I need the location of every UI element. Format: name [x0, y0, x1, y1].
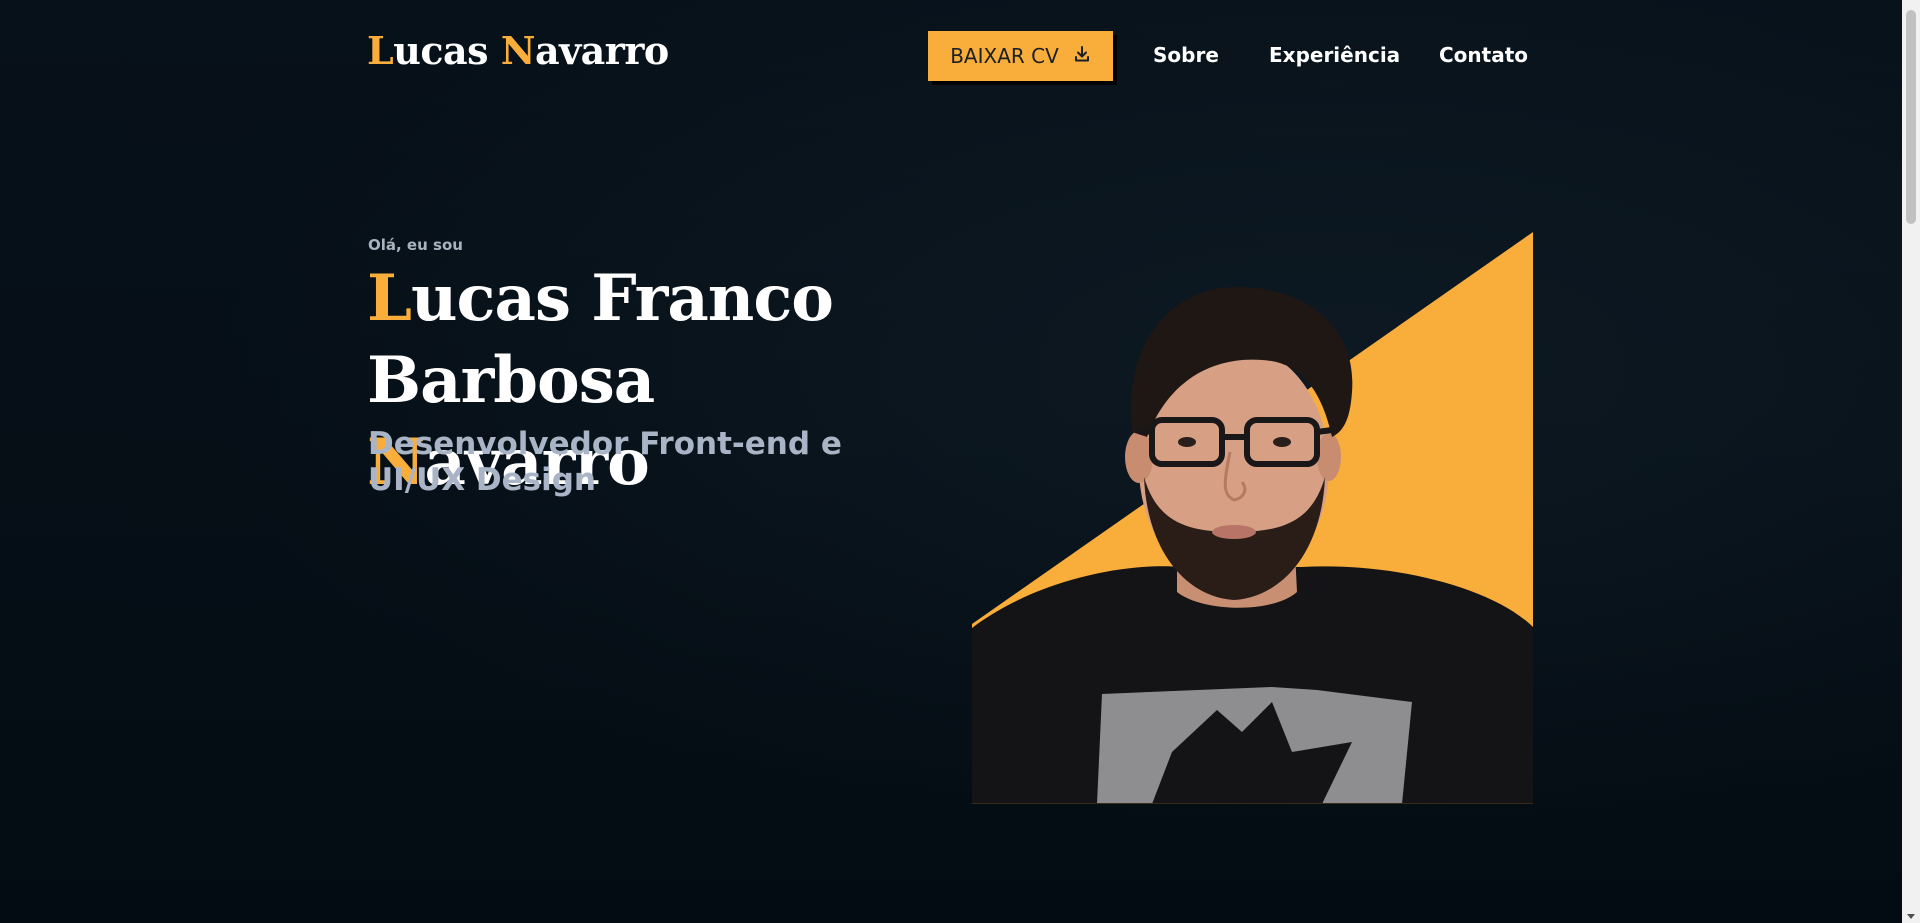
logo-initial-first: L: [367, 28, 394, 73]
nav-link-experiencia[interactable]: Experiência: [1269, 43, 1400, 67]
download-icon: [1073, 44, 1091, 68]
logo-first-rest: ucas: [393, 28, 501, 73]
nav-link-contato[interactable]: Contato: [1439, 43, 1528, 67]
hero-initial-first: L: [367, 261, 412, 336]
download-cv-button[interactable]: BAIXAR CV: [928, 31, 1113, 81]
scrollbar-thumb[interactable]: [1906, 10, 1916, 224]
logo-last-rest: avarro: [534, 28, 669, 73]
hero-name-line-1: Lucas Franco: [367, 258, 927, 340]
hero-greeting: Olá, eu sou: [368, 236, 463, 254]
hero-name-line-1-rest: ucas Franco: [411, 261, 834, 336]
hero-name-line-2-prefix: Barbosa: [367, 343, 655, 418]
nav-link-sobre[interactable]: Sobre: [1153, 43, 1219, 67]
portrait-photo: [972, 232, 1533, 804]
download-cv-label: BAIXAR CV: [950, 44, 1059, 68]
hero-role: Desenvolvedor Front-end e UI/UX Design: [368, 426, 842, 498]
scroll-down-arrow-icon[interactable]: [1907, 914, 1915, 919]
site-logo[interactable]: Lucas Navarro: [367, 28, 669, 73]
page: Lucas Navarro BAIXAR CV Sobre Experiênci…: [0, 0, 1902, 923]
logo-initial-last: N: [500, 28, 536, 73]
page-scrollbar[interactable]: [1902, 0, 1920, 923]
